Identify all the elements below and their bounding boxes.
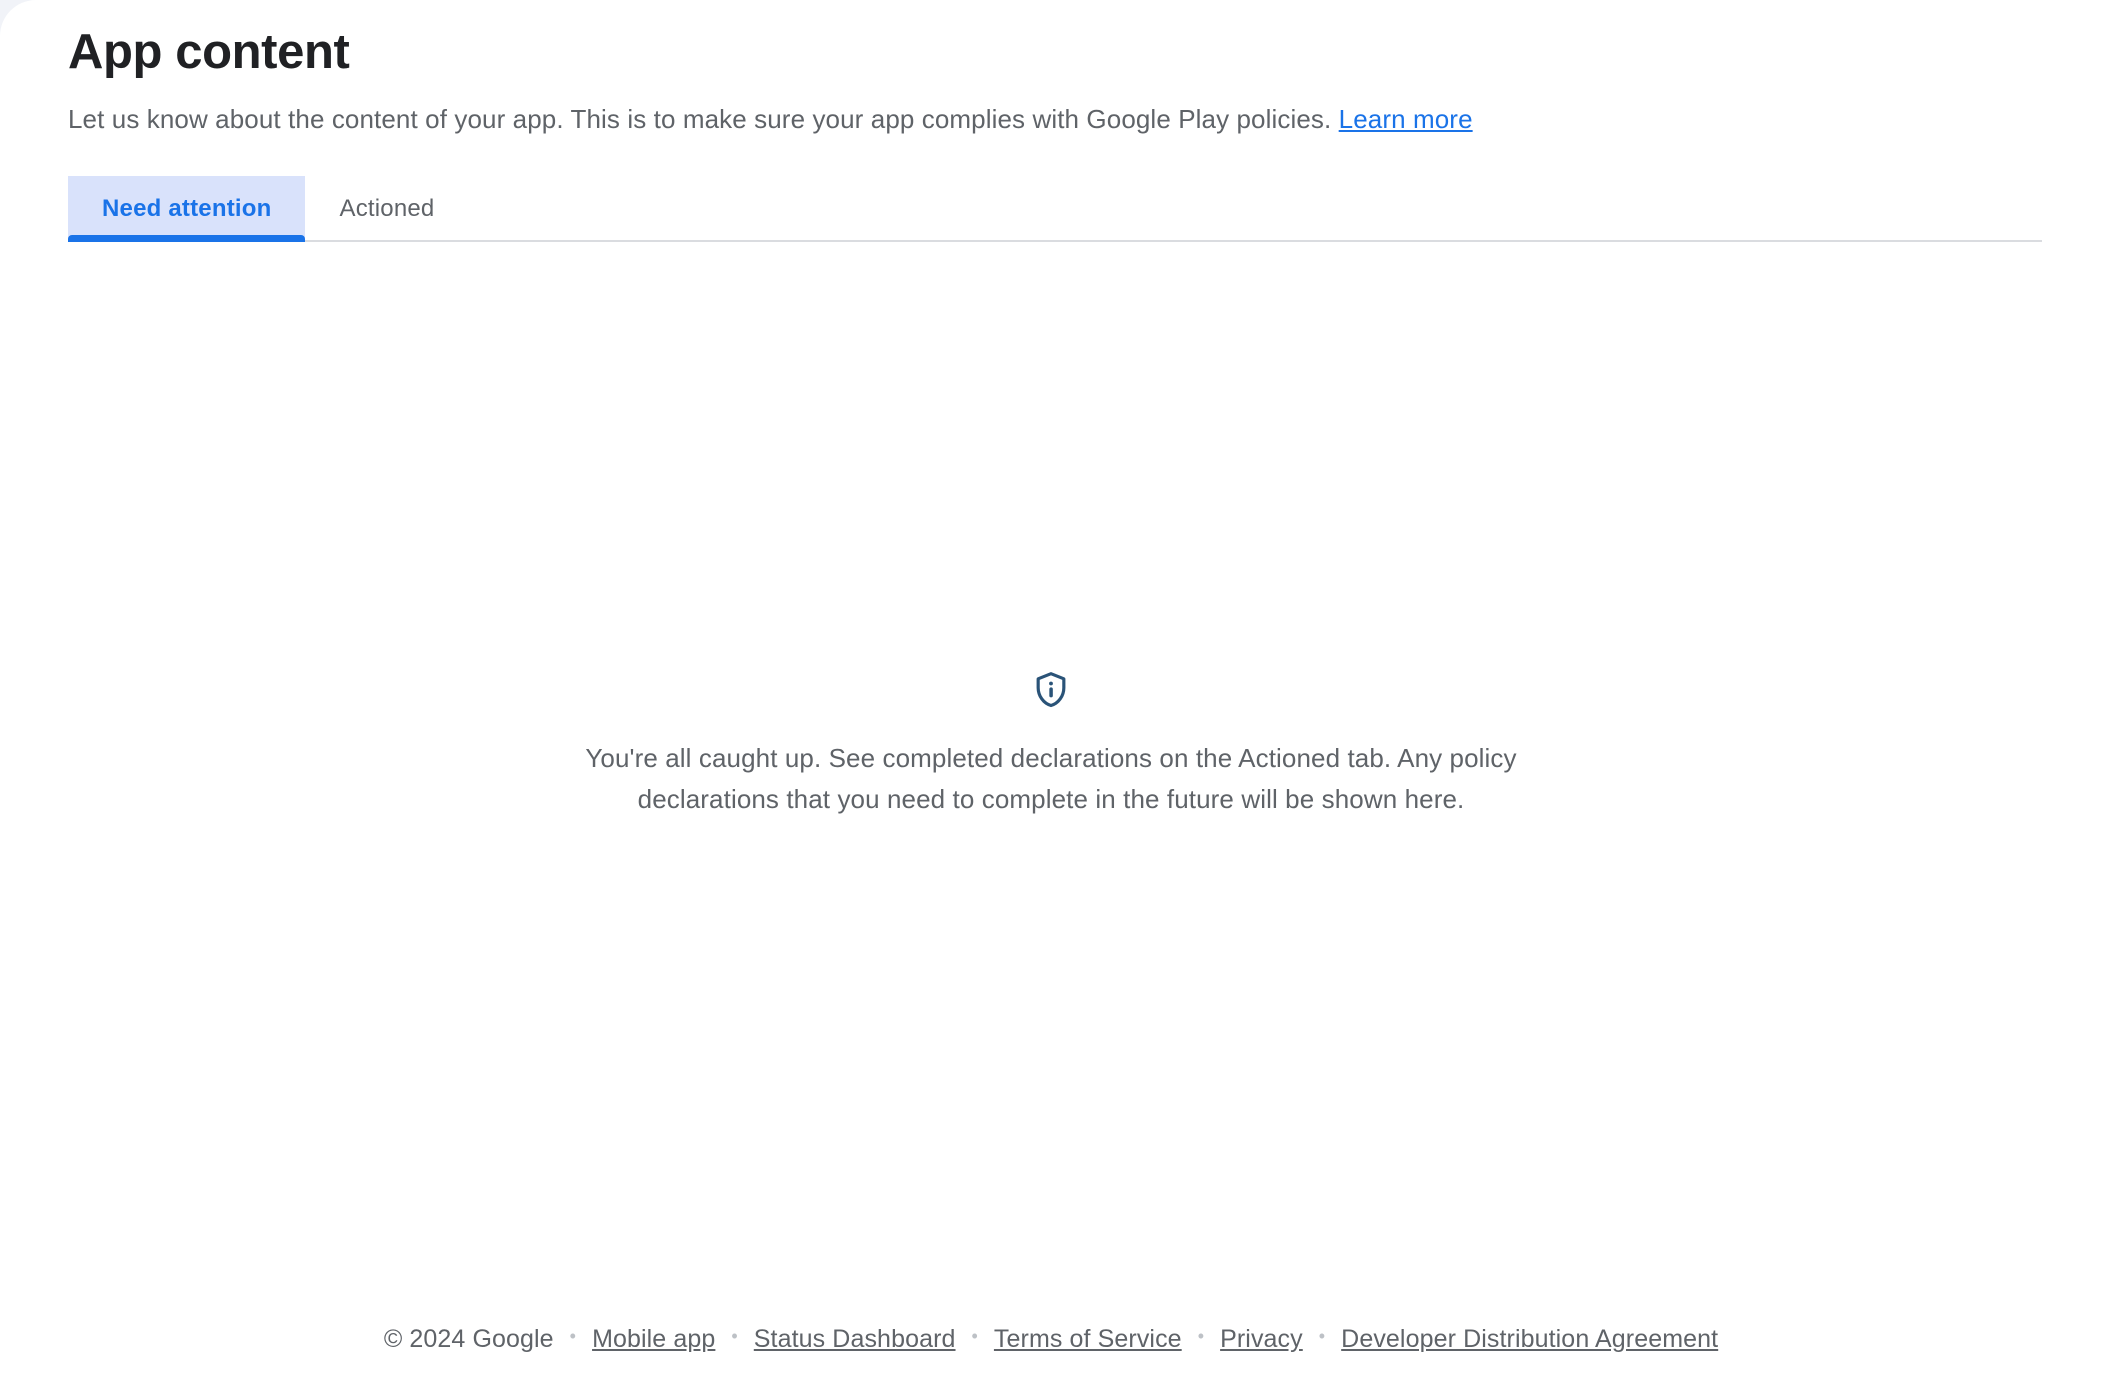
tab-need-attention-label: Need attention [102, 195, 271, 223]
page-subtitle: Let us know about the content of your ap… [68, 102, 2034, 136]
tab-need-attention[interactable]: Need attention [68, 176, 305, 242]
footer-separator: • [1182, 1327, 1220, 1345]
footer-link-terms-of-service[interactable]: Terms of Service [994, 1325, 1182, 1354]
tab-active-indicator [68, 235, 305, 242]
footer-link-developer-distribution-agreement[interactable]: Developer Distribution Agreement [1341, 1325, 1718, 1354]
footer-link-privacy[interactable]: Privacy [1220, 1325, 1303, 1354]
footer-copyright: © 2024 Google [384, 1325, 554, 1354]
footer-link-status-dashboard[interactable]: Status Dashboard [754, 1325, 956, 1354]
tab-actioned[interactable]: Actioned [305, 176, 468, 242]
empty-state: You're all caught up. See completed decl… [531, 670, 1571, 820]
shield-info-icon [1031, 670, 1071, 710]
tab-actioned-label: Actioned [339, 195, 434, 223]
footer-separator: • [554, 1327, 592, 1345]
empty-state-message: You're all caught up. See completed decl… [531, 738, 1571, 820]
footer-separator: • [956, 1327, 994, 1345]
app-content-page: App content Let us know about the conten… [0, 0, 2102, 1398]
page-title: App content [68, 22, 2034, 82]
tab-list: Need attention Actioned [68, 176, 2034, 242]
page-footer: © 2024 Google • Mobile app • Status Dash… [0, 1280, 2102, 1398]
footer-link-mobile-app[interactable]: Mobile app [592, 1325, 715, 1354]
footer-separator: • [1303, 1327, 1341, 1345]
page-subtitle-text: Let us know about the content of your ap… [68, 104, 1331, 134]
footer-separator: • [715, 1327, 753, 1345]
learn-more-link[interactable]: Learn more [1339, 104, 1473, 134]
page-header: App content Let us know about the conten… [0, 0, 2102, 136]
tabs-container: Need attention Actioned [0, 176, 2102, 242]
tab-panel-need-attention: You're all caught up. See completed decl… [0, 242, 2102, 1398]
